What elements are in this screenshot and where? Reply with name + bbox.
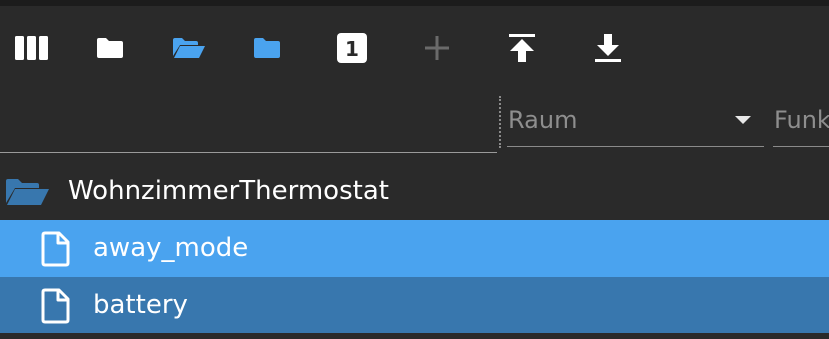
folder-open-icon <box>6 179 49 205</box>
folder-icon <box>97 38 123 58</box>
folder-open-icon <box>173 38 205 58</box>
file-icon <box>41 288 70 324</box>
column-resize-handle[interactable] <box>499 96 501 148</box>
tree-item-battery[interactable]: battery <box>0 277 829 334</box>
toggle-view-button[interactable]: 1 <box>332 28 372 68</box>
download-button[interactable] <box>588 28 628 68</box>
folder-label: WohnzimmerThermostat <box>68 176 389 206</box>
toolbar: 1 <box>0 6 829 90</box>
item-label: away_mode <box>93 233 249 263</box>
add-icon <box>425 36 449 60</box>
download-icon <box>595 34 621 62</box>
svg-text:1: 1 <box>345 37 359 61</box>
upload-icon <box>509 34 535 62</box>
collapse-all-button[interactable] <box>90 28 130 68</box>
function-filter-select[interactable]: Funk <box>773 90 829 147</box>
object-browser: 1 Raum Funk WohnzimmerThermostat away_mo… <box>0 0 829 339</box>
room-filter-select[interactable]: Raum <box>507 90 764 147</box>
filter-row: Raum Funk <box>0 90 829 154</box>
folder-icon <box>254 38 280 58</box>
item-label: battery <box>93 290 188 320</box>
room-filter-label: Raum <box>508 106 578 134</box>
expand-level-button[interactable] <box>247 28 287 68</box>
file-icon <box>41 231 70 267</box>
expand-all-button[interactable] <box>169 28 209 68</box>
number-badge-icon: 1 <box>337 33 367 63</box>
object-tree: WohnzimmerThermostat away_mode battery <box>0 163 829 334</box>
function-filter-label: Funk <box>774 106 829 134</box>
add-button[interactable] <box>417 28 457 68</box>
tree-folder-row[interactable]: WohnzimmerThermostat <box>0 163 829 220</box>
upload-button[interactable] <box>502 28 542 68</box>
name-filter-input[interactable] <box>0 90 497 153</box>
chevron-down-icon <box>735 116 751 124</box>
columns-icon <box>15 36 48 60</box>
columns-button[interactable] <box>12 28 52 68</box>
bottom-border <box>0 333 829 339</box>
tree-item-away-mode[interactable]: away_mode <box>0 220 829 277</box>
